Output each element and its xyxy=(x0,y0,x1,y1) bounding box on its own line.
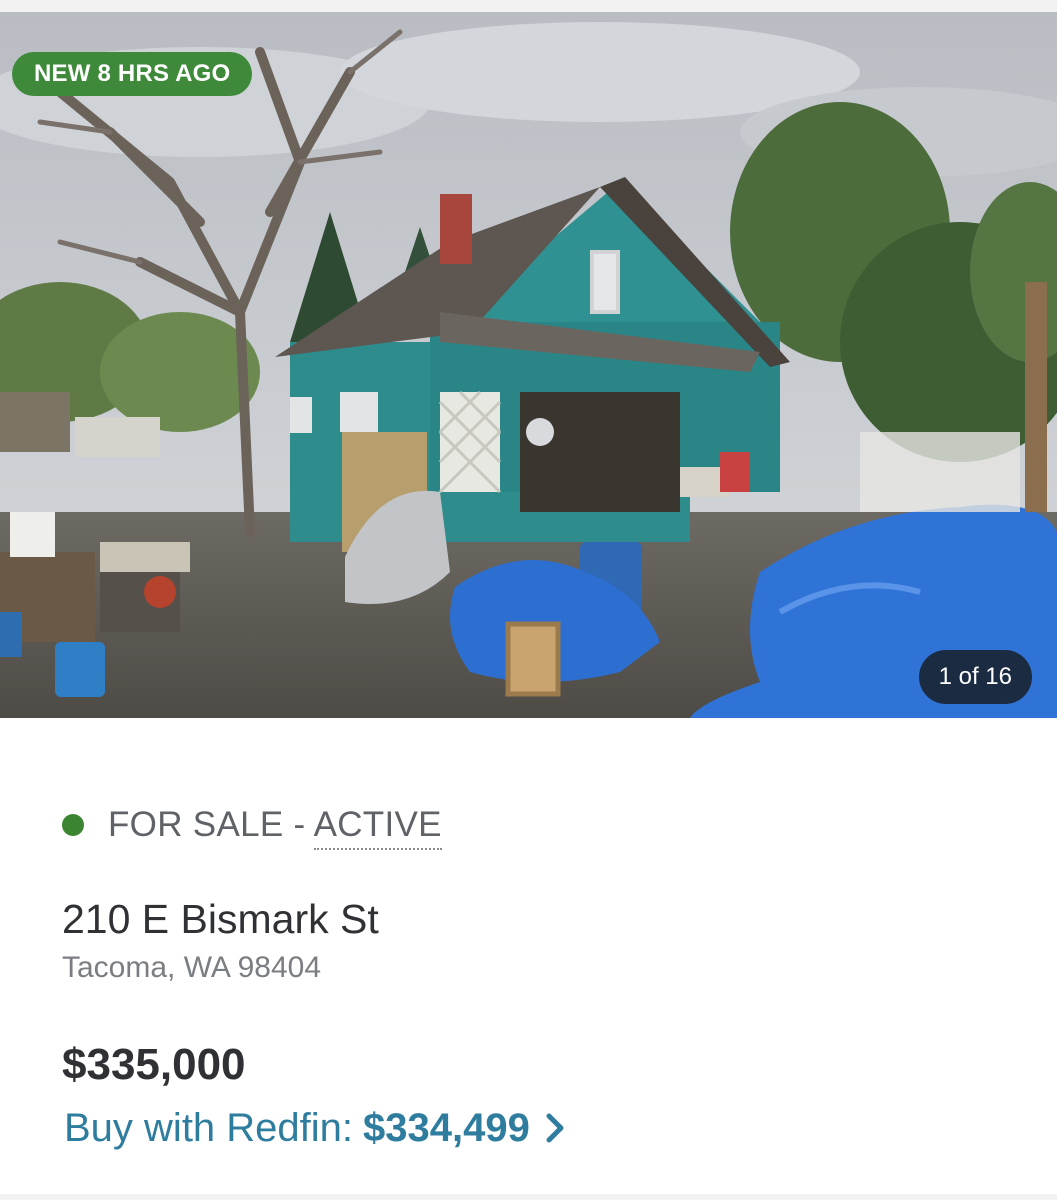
photo-counter: 1 of 16 xyxy=(918,650,1032,704)
listing-photo[interactable]: NEW 8 HRS AGO 1 of 16 xyxy=(0,12,1057,718)
status-prefix: FOR SALE - xyxy=(108,805,314,844)
street-address: 210 E Bismark St xyxy=(62,896,379,942)
listing-status: FOR SALE - ACTIVE xyxy=(62,800,442,850)
house-photo-illustration xyxy=(0,12,1057,718)
status-dot-icon xyxy=(62,814,84,836)
chevron-right-icon xyxy=(544,1112,566,1144)
top-divider xyxy=(0,0,1057,12)
status-active-link[interactable]: ACTIVE xyxy=(313,805,442,850)
city-state-zip: Tacoma, WA 98404 xyxy=(62,951,322,984)
bottom-divider xyxy=(0,1194,1057,1200)
buy-with-redfin-label: Buy with Redfin: xyxy=(64,1105,354,1150)
listing-page: NEW 8 HRS AGO 1 of 16 FOR SALE - ACTIVE … xyxy=(0,0,1057,1200)
status-label: FOR SALE - ACTIVE xyxy=(108,805,442,850)
list-price: $335,000 xyxy=(62,1040,246,1089)
new-listing-badge: NEW 8 HRS AGO xyxy=(12,52,253,96)
buy-with-redfin-link[interactable]: Buy with Redfin: $334,499 xyxy=(64,1100,566,1156)
redfin-price: $334,499 xyxy=(363,1105,530,1150)
